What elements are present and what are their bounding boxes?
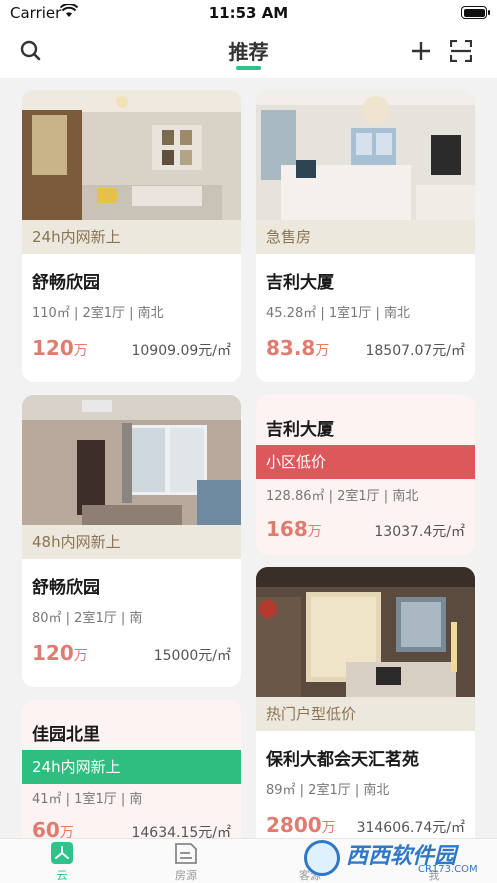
title-indicator [236,66,261,70]
tab-cloud[interactable]: 云 [0,839,124,883]
listing-name: 佳园北里 [32,725,100,745]
listing-card[interactable]: 热门户型低价 保利大都会天汇茗苑 89㎡ | 2室1厅 | 南北 2800万 3… [256,567,475,838]
listing-unit-price: 13037.4元/㎡ [374,524,465,540]
listing-spec: 89㎡ | 2室1厅 | 南北 [266,783,390,798]
tab-listings[interactable]: 房源 [124,839,248,883]
scan-icon[interactable] [450,40,472,62]
listing-card[interactable]: 佳园北里 24h内网新上 41㎡ | 1室1厅 | 南 60万 14634.15… [22,700,241,838]
price-unit: 万 [73,648,88,664]
listing-tab-icon [175,843,197,864]
listing-unit-price: 10909.09元/㎡ [131,343,231,359]
price-unit: 万 [73,343,88,359]
price-unit: 万 [321,820,336,836]
price-value: 60 [32,818,60,838]
price-unit: 万 [59,825,74,838]
listing-unit-price: 314606.74元/㎡ [356,820,465,836]
listing-price: 2800万 [266,813,336,837]
listing-card[interactable]: 急售房 吉利大厦 45.28㎡ | 1室1厅 | 南北 83.8万 18507.… [256,90,475,382]
status-bar: Carrier 11:53 AM [0,0,497,26]
listing-name: 保利大都会天汇茗苑 [266,750,419,770]
listing-price: 83.8万 [266,336,329,360]
listing-photo [256,567,475,697]
listing-spec: 110㎡ | 2室1厅 | 南北 [32,306,164,321]
price-unit: 万 [307,524,322,540]
top-nav: 推荐 [0,26,497,78]
tab-label: 房源 [175,869,197,882]
watermark-circle-icon [304,840,340,876]
listing-tag: 24h内网新上 [22,220,241,254]
listing-tag: 24h内网新上 [22,750,241,784]
watermark-url: CR173.COM [418,864,478,875]
listing-photo [256,90,475,220]
listing-tag: 48h内网新上 [22,525,241,559]
listing-spec: 80㎡ | 2室1厅 | 南 [32,611,143,626]
listing-photo [22,395,241,525]
listing-spec: 45.28㎡ | 1室1厅 | 南北 [266,306,411,321]
listing-name: 舒畅欣园 [32,578,100,598]
listing-unit-price: 14634.15元/㎡ [131,825,231,838]
watermark-logo: 西西软件园 CR173.COM [300,838,490,878]
listing-price: 60万 [32,818,74,838]
listing-spec: 41㎡ | 1室1厅 | 南 [32,792,143,807]
listing-spec: 128.86㎡ | 2室1厅 | 南北 [266,489,419,504]
listing-unit-price: 18507.07元/㎡ [365,343,465,359]
listing-photo [22,90,241,220]
status-time: 11:53 AM [208,4,289,22]
price-value: 120 [32,641,74,665]
listing-price: 120万 [32,336,88,360]
listing-feed[interactable]: 24h内网新上 舒畅欣园 110㎡ | 2室1厅 | 南北 120万 10909… [0,78,497,838]
listing-price: 168万 [266,517,322,541]
listing-card[interactable]: 48h内网新上 舒畅欣园 80㎡ | 2室1厅 | 南 120万 15000元/… [22,395,241,687]
price-value: 120 [32,336,74,360]
listing-name: 吉利大厦 [266,420,334,440]
price-value: 83.8 [266,336,316,360]
listing-name: 舒畅欣园 [32,273,100,293]
battery-icon [461,6,490,19]
listing-tag: 急售房 [256,220,475,254]
listing-name: 吉利大厦 [266,273,334,293]
price-unit: 万 [315,343,330,359]
listing-price: 120万 [32,641,88,665]
listing-card[interactable]: 24h内网新上 舒畅欣园 110㎡ | 2室1厅 | 南北 120万 10909… [22,90,241,382]
price-value: 168 [266,517,308,541]
listing-tag: 小区低价 [256,445,475,479]
tab-label: 云 [56,869,68,882]
listing-unit-price: 15000元/㎡ [153,648,231,664]
listing-tag: 热门户型低价 [256,697,475,731]
plus-icon[interactable] [410,40,432,62]
listing-card[interactable]: 吉利大厦 小区低价 128.86㎡ | 2室1厅 | 南北 168万 13037… [256,395,475,555]
cloud-tab-icon [51,842,73,864]
price-value: 2800 [266,813,322,837]
